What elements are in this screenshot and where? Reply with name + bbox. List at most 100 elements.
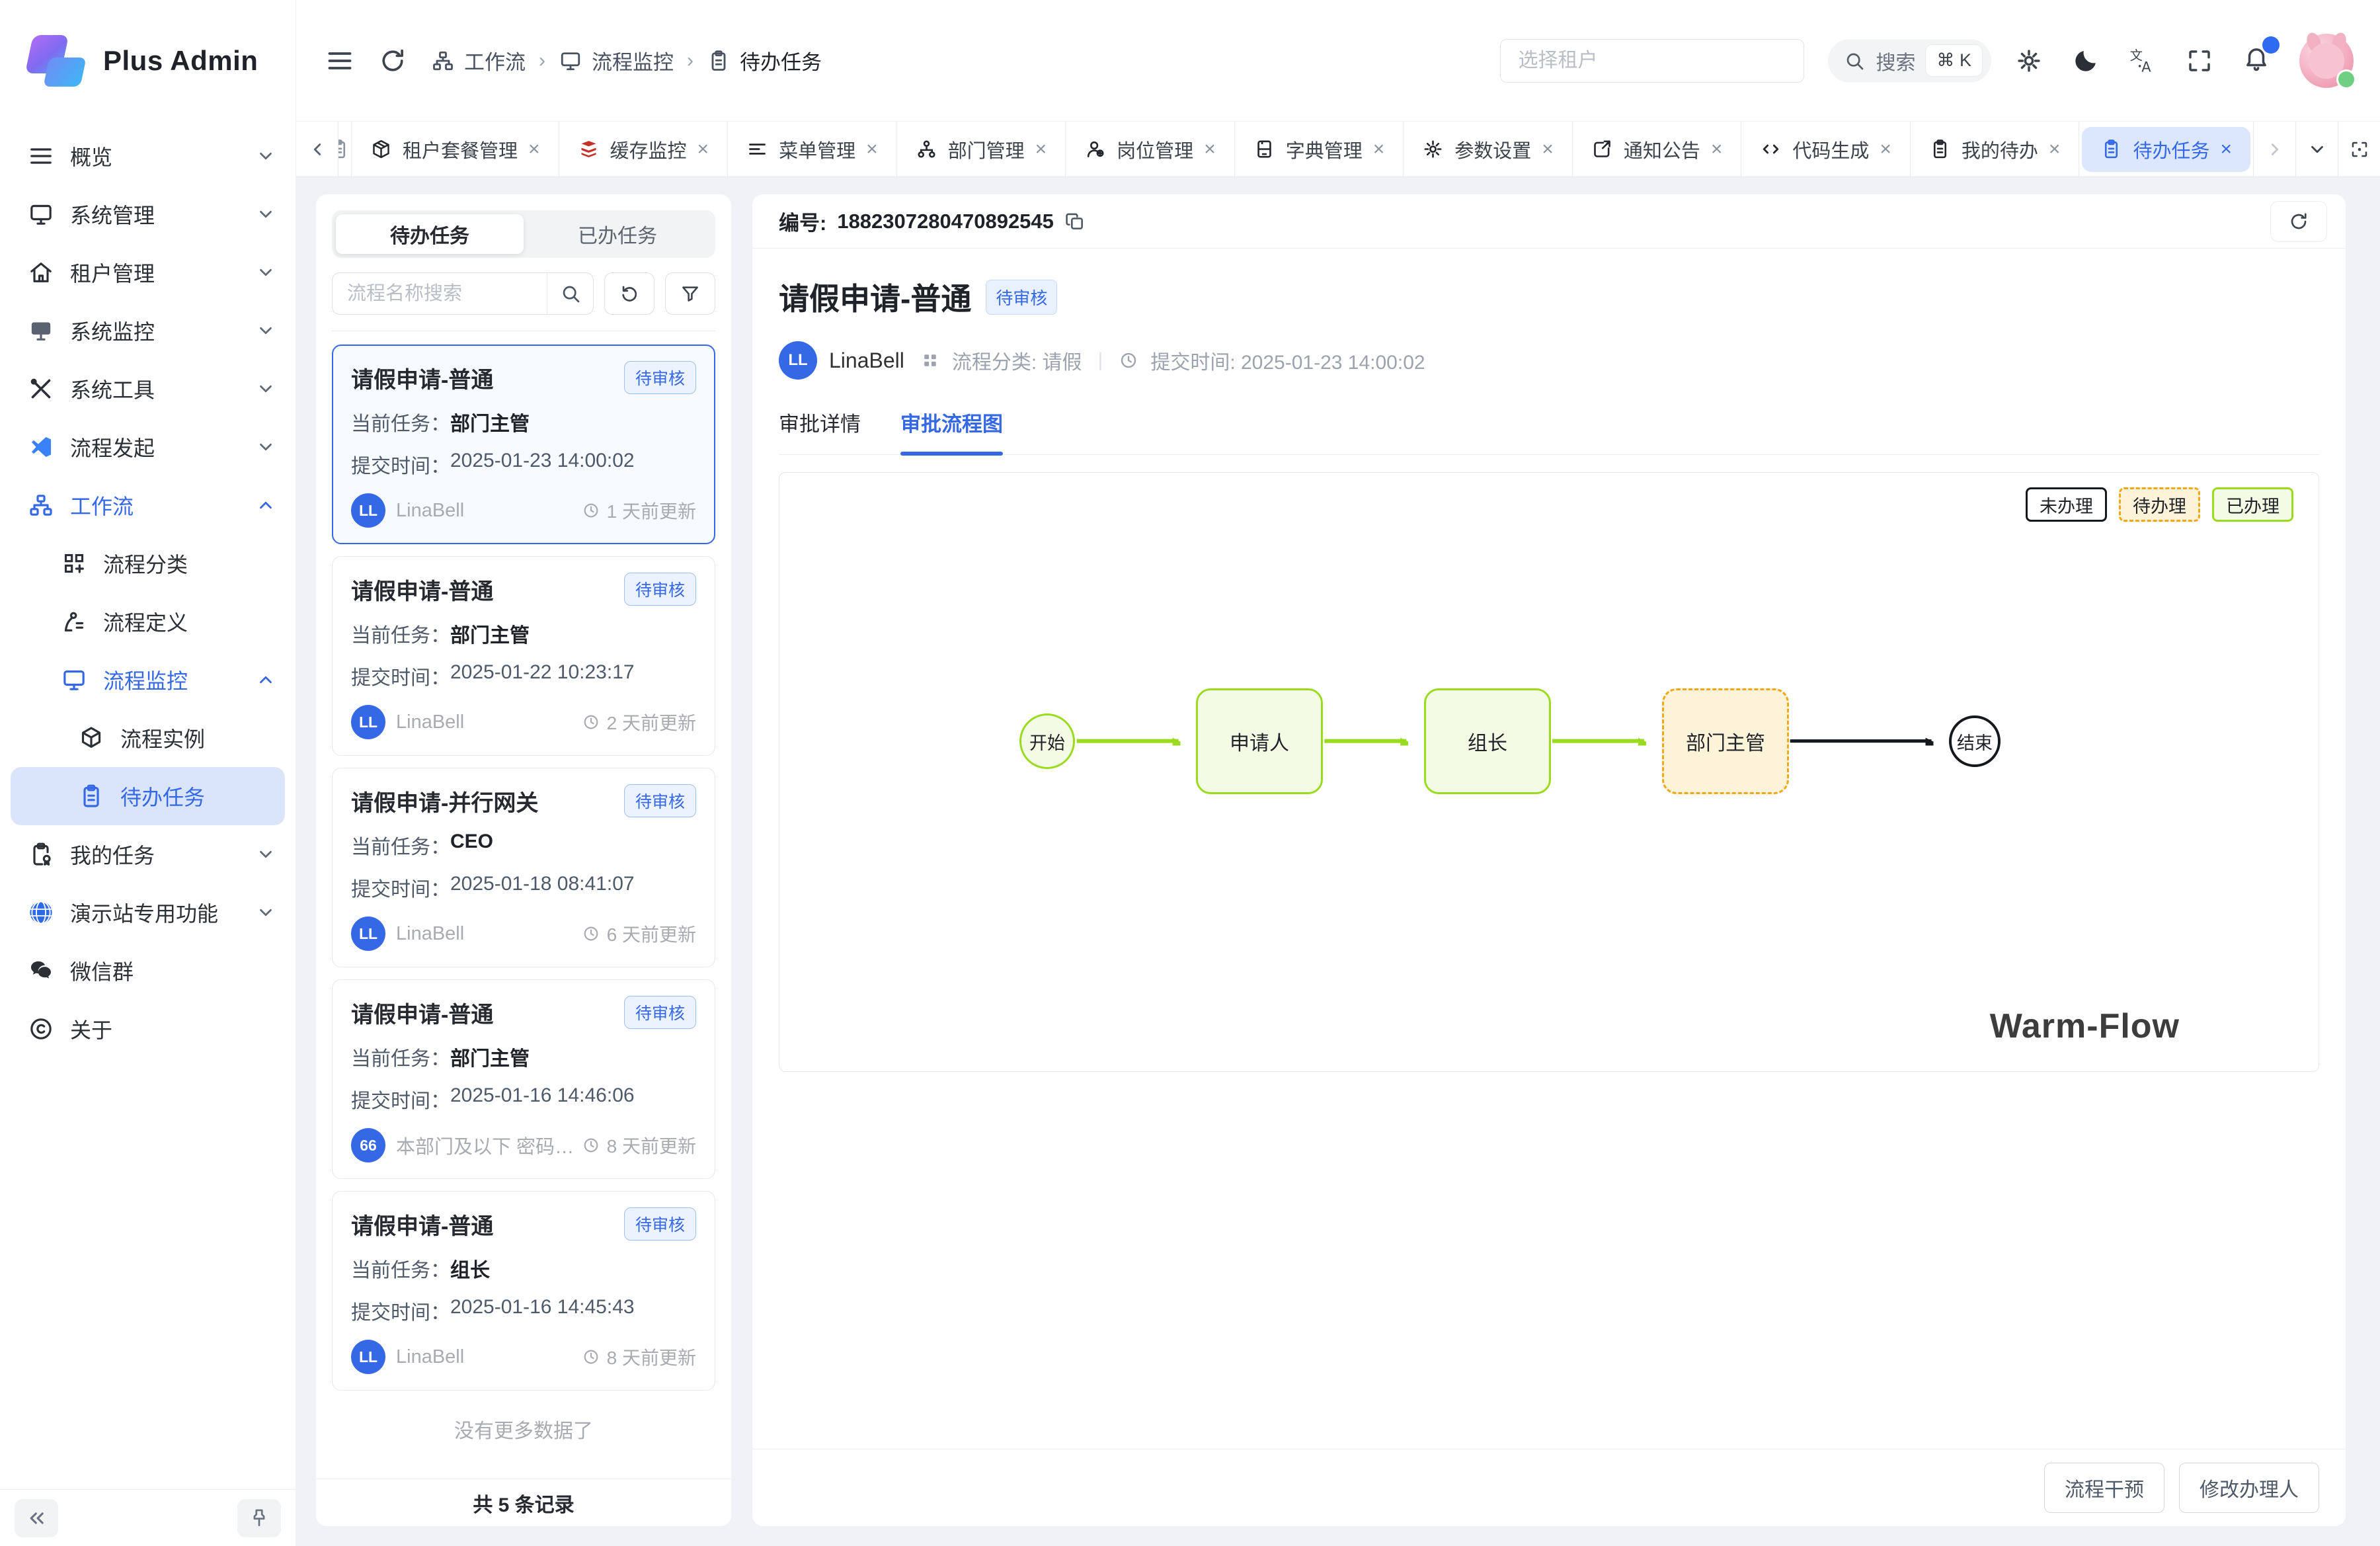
tab-todo-tasks[interactable]: 待办任务 × (2082, 127, 2250, 172)
breadcrumb-todo-tasks[interactable]: 待办任务 (707, 46, 822, 75)
search-button[interactable] (547, 273, 593, 314)
svg-text:文: 文 (2130, 48, 2143, 63)
copy-icon[interactable] (1064, 211, 1086, 232)
sidebar-item-wechat-group[interactable]: 微信群 (0, 942, 296, 1000)
task-card[interactable]: 请假申请-并行网关 待审核 当前任务：CEO 提交时间：2025-01-18 0… (332, 768, 715, 967)
sidebar-item-tenant-mgmt[interactable]: 租户管理 (0, 243, 296, 302)
segment-todo-tasks[interactable]: 待办任务 (336, 214, 524, 254)
clipboard-icon (2100, 138, 2122, 160)
redis-icon (578, 138, 600, 160)
tab-code-gen[interactable]: 代码生成 × (1741, 122, 1911, 177)
global-search-button[interactable]: 搜索 ⌘ K (1828, 39, 1991, 83)
hamburger-menu-icon[interactable] (325, 46, 354, 75)
app-logo[interactable]: Plus Admin (0, 0, 296, 122)
pin-sidebar-button[interactable] (237, 1499, 281, 1537)
detail-refresh-button[interactable] (2270, 201, 2327, 242)
close-icon[interactable]: × (2049, 140, 2061, 159)
tenant-select-input[interactable] (1500, 39, 1804, 83)
sidebar-item-process-category[interactable]: 流程分类 (0, 534, 296, 592)
sidebar-item-overview[interactable]: 概览 (0, 127, 296, 185)
sidebar-item-process-start[interactable]: 流程发起 (0, 418, 296, 476)
task-list-panel: 待办任务 已办任务 (316, 194, 731, 1526)
close-icon[interactable]: × (2220, 140, 2232, 159)
sidebar-item-workflow[interactable]: 工作流 (0, 476, 296, 534)
search-shortcut-kbd: ⌘ K (1926, 45, 1982, 76)
close-icon[interactable]: × (1880, 140, 1891, 159)
task-card[interactable]: 请假申请-普通 待审核 当前任务：部门主管 提交时间：2025-01-16 14… (332, 979, 715, 1179)
monitor-icon (61, 667, 87, 693)
tab-approval-diagram[interactable]: 审批流程图 (900, 407, 1003, 454)
filter-button[interactable] (665, 272, 715, 315)
translate-icon[interactable]: 文A (2129, 47, 2157, 75)
clock-icon (1119, 350, 1138, 370)
announcement-icon (1591, 138, 1613, 160)
refresh-icon[interactable] (378, 46, 407, 75)
close-icon[interactable]: × (866, 140, 878, 159)
task-card[interactable]: 请假申请-普通 待审核 当前任务：部门主管 提交时间：2025-01-22 10… (332, 556, 715, 756)
refresh-icon (2288, 211, 2309, 232)
tab-clipped[interactable]: × (338, 122, 352, 177)
sidebar-item-demo-features[interactable]: 演示站专用功能 (0, 883, 296, 942)
notifications-button[interactable] (2242, 44, 2270, 77)
process-name-search-input[interactable] (333, 283, 547, 305)
breadcrumb-workflow[interactable]: 工作流 (431, 46, 526, 75)
close-icon[interactable]: × (697, 140, 709, 159)
task-segmented-control: 待办任务 已办任务 (332, 210, 715, 258)
change-assignee-button[interactable]: 修改办理人 (2179, 1463, 2319, 1513)
avatar: LL (351, 705, 385, 739)
breadcrumb-process-monitor[interactable]: 流程监控 (559, 46, 674, 75)
chevron-down-icon (2307, 140, 2327, 159)
sidebar-item-about[interactable]: 关于 (0, 1000, 296, 1058)
close-icon[interactable]: × (1035, 140, 1047, 159)
close-icon[interactable]: × (1542, 140, 1554, 159)
sidebar-item-process-definition[interactable]: 流程定义 (0, 592, 296, 651)
user-avatar[interactable] (2299, 34, 2354, 88)
tab-post-mgmt[interactable]: 岗位管理 × (1066, 122, 1235, 177)
tabs-scroll-right-button[interactable] (2253, 122, 2295, 177)
app-title: Plus Admin (103, 45, 258, 77)
tab-dict-mgmt[interactable]: 字典管理 × (1235, 122, 1404, 177)
menu-lines-icon (28, 143, 54, 169)
sidebar-item-system-mgmt[interactable]: 系统管理 (0, 185, 296, 243)
close-icon[interactable]: × (1711, 140, 1723, 159)
tab-notice[interactable]: 通知公告 × (1573, 122, 1742, 177)
sidebar-item-todo-tasks[interactable]: 待办任务 (11, 767, 285, 825)
content-fullscreen-button[interactable] (2338, 122, 2380, 177)
chevron-down-icon (256, 204, 276, 224)
close-icon[interactable]: × (1373, 140, 1385, 159)
sidebar-item-system-tools[interactable]: 系统工具 (0, 360, 296, 418)
moon-icon[interactable] (2072, 47, 2100, 75)
task-card[interactable]: 请假申请-普通 待审核 当前任务：部门主管 提交时间：2025-01-23 14… (332, 345, 715, 544)
task-card-list: 请假申请-普通 待审核 当前任务：部门主管 提交时间：2025-01-23 14… (316, 331, 731, 1479)
tab-params-settings[interactable]: 参数设置 × (1404, 122, 1573, 177)
tab-approval-detail[interactable]: 审批详情 (779, 407, 861, 454)
gear-icon[interactable] (2015, 47, 2043, 75)
segment-done-tasks[interactable]: 已办任务 (524, 214, 711, 254)
workflow-diagram: 未办理 待办理 已办理 开始 (779, 472, 2319, 1072)
tab-my-todo[interactable]: 我的待办 × (1911, 122, 2080, 177)
task-detail-panel: 编号: 1882307280470892545 请假申请-普通 待审核 LL L… (752, 194, 2346, 1526)
tab-tenant-package[interactable]: 租户套餐管理 × (352, 122, 559, 177)
tabs-strip: × 租户套餐管理 × 缓存监控 × 菜单管理 × 部门管理 × (338, 122, 2253, 177)
tab-dept-mgmt[interactable]: 部门管理 × (897, 122, 1066, 177)
task-card[interactable]: 请假申请-普通 待审核 当前任务：组长 提交时间：2025-01-16 14:4… (332, 1191, 715, 1391)
tab-cache-monitor[interactable]: 缓存监控 × (559, 122, 729, 177)
tabs-menu-button[interactable] (2295, 122, 2338, 177)
sidebar-item-process-instance[interactable]: 流程实例 (0, 709, 296, 767)
reset-button[interactable] (604, 272, 654, 315)
clipboard-icon (78, 783, 104, 809)
sidebar-item-my-tasks[interactable]: 我的任务 (0, 825, 296, 883)
process-intervene-button[interactable]: 流程干预 (2044, 1463, 2164, 1513)
online-status-dot (2336, 69, 2356, 89)
sidebar-item-process-monitor[interactable]: 流程监控 (0, 651, 296, 709)
tab-menu-mgmt[interactable]: 菜单管理 × (728, 122, 897, 177)
tabs-scroll-left-button[interactable] (296, 122, 338, 177)
sidebar-item-system-monitor[interactable]: 系统监控 (0, 302, 296, 360)
collapse-sidebar-button[interactable] (15, 1499, 58, 1537)
page-tabbar: × 租户套餐管理 × 缓存监控 × 菜单管理 × 部门管理 × (296, 122, 2380, 177)
close-icon[interactable]: × (1204, 140, 1216, 159)
fullscreen-icon[interactable] (2186, 47, 2213, 75)
chevron-down-icon (256, 379, 276, 399)
close-icon[interactable]: × (528, 140, 540, 159)
submit-time: 提交时间: 2025-01-23 14:00:02 (1150, 346, 1425, 375)
